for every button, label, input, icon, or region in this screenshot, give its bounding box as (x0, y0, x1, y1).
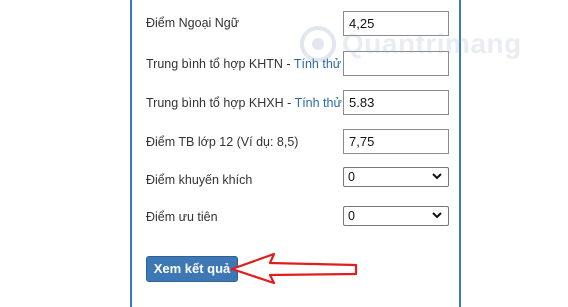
encouragement-selected-value: 0 (348, 170, 355, 184)
khxh-input[interactable]: 5.83 (343, 90, 449, 115)
grade12-label: Điểm TB lớp 12 (Ví dụ: 8,5) (146, 135, 299, 149)
row-khxh: Trung bình tổ hợp KHXH - Tính thử 5.83 (132, 88, 459, 126)
watermark: Quantrimang (298, 22, 521, 70)
chevron-down-icon (432, 173, 442, 180)
view-result-button[interactable]: Xem kết quả (146, 256, 238, 282)
row-encouragement: Điểm khuyến khích 0 (132, 166, 459, 204)
khxh-label: Trung bình tổ hợp KHXH - Tính thử (146, 96, 342, 110)
priority-select[interactable]: 0 (343, 206, 449, 226)
grade12-input[interactable]: 7,75 (343, 129, 449, 154)
khxh-try-link[interactable]: Tính thử (295, 96, 342, 110)
priority-label: Điểm ưu tiên (146, 210, 218, 224)
annotation-arrow-icon (230, 252, 358, 284)
khxh-label-text: Trung bình tổ hợp KHXH - (146, 96, 295, 110)
row-priority: Điểm ưu tiên 0 (132, 205, 459, 243)
row-grade12: Điểm TB lớp 12 (Ví dụ: 8,5) 7,75 (132, 127, 459, 165)
encouragement-label: Điểm khuyến khích (146, 173, 253, 187)
chevron-down-icon (432, 212, 442, 219)
foreign-language-label: Điểm Ngoại Ngữ (146, 16, 240, 30)
watermark-logo-icon (300, 26, 336, 62)
khtn-label-text: Trung bình tổ hợp KHTN - (146, 57, 294, 71)
priority-selected-value: 0 (348, 209, 355, 223)
watermark-text: Quantrimang (342, 28, 522, 59)
encouragement-select[interactable]: 0 (343, 167, 449, 187)
